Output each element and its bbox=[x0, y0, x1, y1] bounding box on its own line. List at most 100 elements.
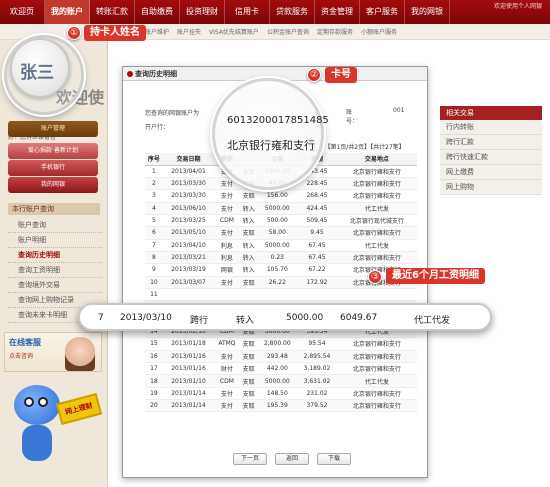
table-cell: 北京银行雍和支行 bbox=[336, 165, 417, 178]
table-cell: 231.02 bbox=[297, 387, 337, 401]
table-cell: 95.54 bbox=[297, 337, 337, 351]
table-cell: 支取 bbox=[239, 374, 258, 388]
nav-tab[interactable]: 贷款服务 bbox=[270, 0, 315, 24]
dialog-button[interactable]: 下载 bbox=[317, 453, 351, 465]
table-cell: 2 bbox=[145, 177, 163, 191]
table-cell: 293.48 bbox=[257, 350, 298, 364]
table-cell: 2013/01/10 bbox=[162, 374, 215, 388]
table-row: 20 2013/01/14 支付 支取 195.39 379.52 北京银行雍和支行 bbox=[145, 399, 417, 413]
mascot-eye bbox=[24, 397, 34, 407]
table-cell: 利息 bbox=[214, 251, 240, 265]
table-cell: 2013/03/19 bbox=[162, 263, 215, 277]
sub-link[interactable]: 账户挂失 bbox=[177, 27, 201, 36]
table-cell: 利息 bbox=[214, 239, 240, 252]
table-cell: 转入 bbox=[239, 214, 258, 228]
online-service-link[interactable]: 点击咨询 bbox=[9, 351, 33, 360]
table-cell: 10 bbox=[145, 276, 163, 289]
table-cell bbox=[297, 288, 337, 302]
table-cell: 网银 bbox=[214, 263, 240, 277]
table-cell: 105.70 bbox=[257, 263, 298, 277]
mobile-banking-button[interactable]: 手机银行 bbox=[8, 160, 98, 176]
sidebar-menu-item[interactable]: 查询工资明细 bbox=[8, 263, 102, 278]
annotation-3-badge: ③ bbox=[368, 270, 382, 284]
table-cell: 支取 bbox=[239, 276, 258, 289]
online-service-banner[interactable]: 在线客服 点击咨询 bbox=[4, 332, 102, 372]
bank-row: 开户行： bbox=[145, 121, 199, 135]
related-transaction-item[interactable]: 网上缴费 bbox=[440, 165, 542, 180]
pager: 1 2 【第1页/共2页】【共计27笔】 bbox=[313, 142, 405, 151]
nav-tab[interactable]: 客户服务 bbox=[360, 0, 405, 24]
table-cell: CDM bbox=[214, 214, 240, 228]
table-cell: 代工代发 bbox=[336, 374, 417, 388]
page-summary: 【第1页/共2页】【共计27笔】 bbox=[324, 144, 405, 151]
table-cell: 支付 bbox=[214, 387, 240, 401]
sidebar-menu-item[interactable]: 查询境外交易 bbox=[8, 278, 102, 293]
table-cell: 7 bbox=[145, 239, 163, 252]
sidebar-menu-item[interactable]: 账户明细 bbox=[8, 233, 102, 248]
table-cell: 支取 bbox=[239, 399, 258, 413]
related-transaction-item[interactable]: 网上购物 bbox=[440, 180, 542, 195]
table-cell: 5000.00 bbox=[257, 202, 298, 215]
table-cell: 代工代发 bbox=[336, 202, 417, 215]
table-cell: 3 bbox=[145, 189, 163, 203]
table-cell: 北京银行雍和支行 bbox=[336, 399, 417, 413]
nav-tab[interactable]: 信用卡 bbox=[225, 0, 270, 24]
related-transactions-list: 行内转账 跨行汇款 跨行快速汇款 网上缴费 网上购物 bbox=[440, 120, 542, 195]
mascot-body bbox=[22, 425, 52, 461]
nav-hint: 欢迎使用个人网银 bbox=[493, 3, 542, 10]
dialog-button-bar: 下一页 返回 下载 bbox=[233, 453, 351, 465]
table-cell: 北京银行雍和支行 bbox=[336, 226, 417, 240]
table-row: 7 2013/04/10 利息 转入 5000.00 67.45 代工代发 bbox=[145, 239, 417, 252]
online-service-title: 在线客服 bbox=[9, 338, 41, 347]
nav-tab[interactable]: 自助缴费 bbox=[135, 0, 180, 24]
related-transaction-item[interactable]: 跨行汇款 bbox=[440, 135, 542, 150]
table-cell: 北京银行雍和支行 bbox=[336, 362, 417, 376]
table-row: 16 2013/01/16 支付 支取 293.48 2,895.54 北京银行雍和支行 bbox=[145, 350, 417, 364]
sub-link[interactable]: 公积金账户查询 bbox=[267, 27, 309, 36]
charity-button[interactable]: 爱心捐款·善新计划 bbox=[8, 143, 98, 159]
table-cell: 17 bbox=[145, 362, 163, 376]
table-cell: 支付 bbox=[214, 350, 240, 364]
my-ebank-button[interactable]: 我的网银 bbox=[8, 177, 98, 193]
table-cell: 北京银行现代城支行 bbox=[336, 214, 417, 228]
table-cell: 3,631.02 bbox=[297, 374, 337, 388]
sub-link[interactable]: 定期存款服务 bbox=[317, 27, 353, 36]
related-transaction-item[interactable]: 行内转账 bbox=[440, 120, 542, 135]
nav-tab[interactable]: 资金管理 bbox=[315, 0, 360, 24]
sidebar-menu-item[interactable]: 查询历史明细 bbox=[8, 248, 102, 263]
table-cell: ATMQ bbox=[214, 337, 240, 351]
table-cell: 转入 bbox=[239, 239, 258, 252]
table-cell: 5 bbox=[145, 214, 163, 228]
strip-balance: 6049.67 bbox=[340, 313, 378, 323]
dialog-button[interactable]: 下一页 bbox=[233, 453, 267, 465]
table-cell: 2,800.00 bbox=[257, 337, 298, 351]
related-transaction-item[interactable]: 跨行快速汇款 bbox=[440, 150, 542, 165]
table-cell: 财付 bbox=[214, 362, 240, 376]
sidebar-menu-item[interactable]: 账户查询 bbox=[8, 218, 102, 233]
table-cell: 67.45 bbox=[297, 239, 337, 252]
table-cell: 148.50 bbox=[257, 387, 298, 401]
account-label: 您查询的网银账户为 bbox=[145, 110, 200, 117]
sub-link[interactable]: 小额账户服务 bbox=[361, 27, 397, 36]
strip-type: 转入 bbox=[236, 316, 255, 326]
dialog-button[interactable]: 返回 bbox=[275, 453, 309, 465]
account-management-button[interactable]: 账户管理 bbox=[8, 121, 98, 137]
table-cell: 支取 bbox=[239, 350, 258, 364]
table-cell: 转入 bbox=[239, 202, 258, 215]
table-row: 6 2013/05/10 支付 支取 58.00 9.45 北京银行雍和支行 bbox=[145, 226, 417, 240]
table-row: 3 2013/03/30 支付 支取 156.00 268.45 北京银行雍和支行 bbox=[145, 189, 417, 203]
mascot-head bbox=[14, 385, 60, 425]
table-row: 11 bbox=[145, 288, 417, 302]
nav-tab[interactable]: 转账汇款 bbox=[90, 0, 135, 24]
table-cell: 6 bbox=[145, 226, 163, 240]
table-cell: 2,895.54 bbox=[297, 350, 337, 364]
nav-tab[interactable]: 欢迎页 bbox=[0, 0, 45, 24]
nav-tab[interactable]: 投资理财 bbox=[180, 0, 225, 24]
magnified-bank-name: 北京银行雍和支行 bbox=[227, 139, 315, 152]
sub-link[interactable]: 账户维护 bbox=[145, 27, 169, 36]
nav-tab[interactable]: 我的网银 bbox=[405, 0, 450, 24]
table-cell: 442.00 bbox=[257, 362, 298, 376]
sub-link[interactable]: VISA优先结算账户 bbox=[209, 27, 259, 36]
nav-tab[interactable]: 我的账户 bbox=[45, 0, 90, 24]
table-cell: 支取 bbox=[239, 362, 258, 376]
